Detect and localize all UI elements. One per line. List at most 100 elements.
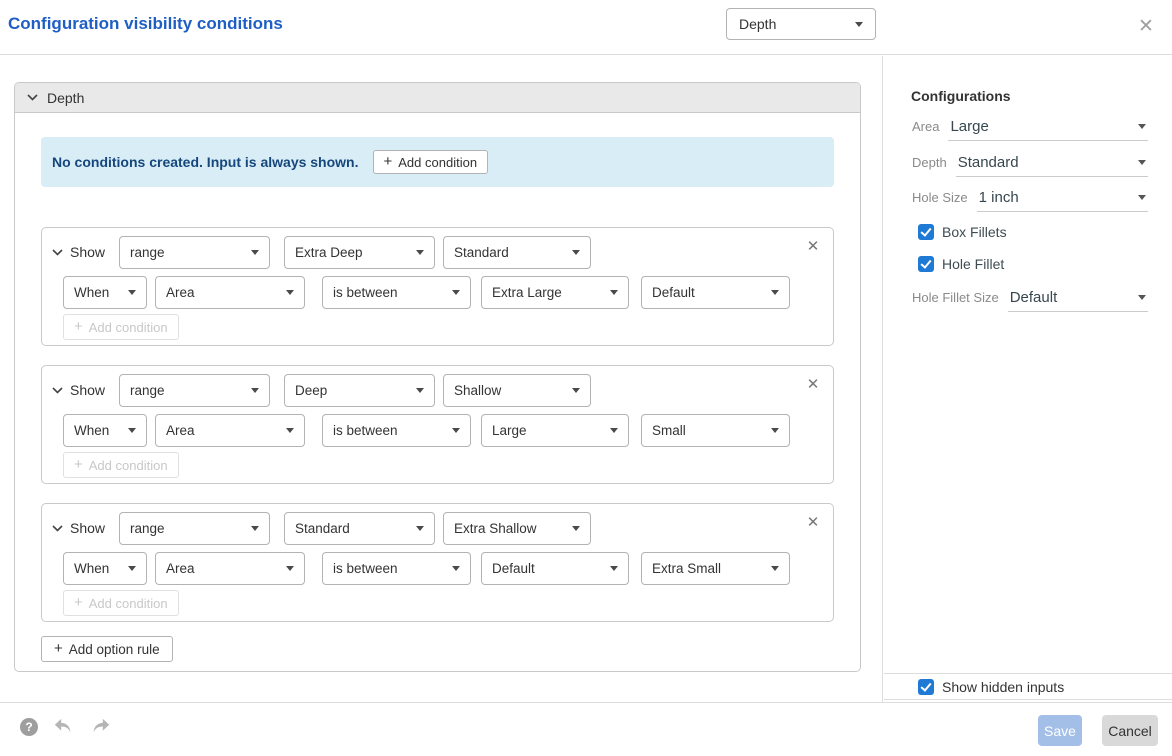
caret-down-icon	[1138, 295, 1146, 300]
range-from-dropdown[interactable]: Deep	[284, 374, 435, 407]
configuration-input-dropdown[interactable]: Depth	[726, 8, 876, 40]
operator-dropdown[interactable]: is between	[322, 552, 471, 585]
config-row-hole-fillet-size: Hole Fillet Size Default	[912, 289, 1148, 313]
range-from-value: Extra Deep	[295, 245, 363, 260]
condition-input-dropdown[interactable]: Area	[155, 552, 305, 585]
caret-down-icon	[128, 290, 136, 295]
add-condition-button-disabled[interactable]: + Add condition	[63, 314, 179, 340]
dialog-footer: ? Save Cancel	[0, 702, 1172, 756]
option-rule-card: Show range Deep Shallow ✕	[41, 365, 834, 484]
caret-down-icon	[572, 526, 580, 531]
rule-type-value: range	[130, 245, 165, 260]
condition-to-value: Extra Small	[652, 561, 721, 576]
when-dropdown[interactable]: When	[63, 276, 147, 309]
depth-section: Depth No conditions created. Input is al…	[14, 82, 861, 672]
rule-type-dropdown[interactable]: range	[119, 236, 270, 269]
operator-dropdown[interactable]: is between	[322, 414, 471, 447]
depth-section-header[interactable]: Depth	[15, 83, 860, 113]
save-button[interactable]: Save	[1038, 715, 1082, 746]
caret-down-icon	[1138, 195, 1146, 200]
chevron-down-icon	[52, 249, 63, 256]
range-to-dropdown[interactable]: Shallow	[443, 374, 591, 407]
when-dropdown[interactable]: When	[63, 414, 147, 447]
close-icon[interactable]: ✕	[803, 237, 823, 255]
add-condition-label: Add condition	[89, 596, 168, 611]
add-condition-button[interactable]: + Add condition	[373, 150, 489, 174]
config-select[interactable]: Default	[1008, 289, 1148, 312]
checkbox-checked[interactable]	[918, 256, 934, 272]
config-label: Depth	[912, 155, 947, 170]
condition-from-dropdown[interactable]: Default	[481, 552, 629, 585]
condition-from-value: Large	[492, 423, 527, 438]
caret-down-icon	[771, 290, 779, 295]
caret-down-icon	[128, 428, 136, 433]
close-icon[interactable]: ✕	[1132, 13, 1160, 41]
rule-type-dropdown[interactable]: range	[119, 512, 270, 545]
config-row-hole-fillet: Hole Fillet	[918, 256, 1004, 272]
undo-icon[interactable]	[52, 717, 74, 737]
dialog-title: Configuration visibility conditions	[8, 14, 283, 34]
config-row-box-fillets: Box Fillets	[918, 224, 1007, 240]
rule-collapse-toggle[interactable]: Show	[52, 382, 105, 398]
plus-icon: +	[54, 641, 63, 656]
caret-down-icon	[572, 388, 580, 393]
rule-show-label: Show	[70, 382, 105, 398]
configurations-sidebar: Configurations Area Large Depth Standard…	[884, 56, 1172, 702]
operator-dropdown[interactable]: is between	[322, 276, 471, 309]
configuration-input-dropdown-value: Depth	[739, 16, 776, 32]
config-value: Large	[950, 118, 988, 135]
condition-to-dropdown[interactable]: Extra Small	[641, 552, 790, 585]
plus-icon: +	[384, 154, 393, 169]
rule-show-label: Show	[70, 244, 105, 260]
when-value: When	[74, 561, 109, 576]
add-condition-button-disabled[interactable]: + Add condition	[63, 452, 179, 478]
rule-show-label: Show	[70, 520, 105, 536]
when-dropdown[interactable]: When	[63, 552, 147, 585]
add-condition-label: Add condition	[89, 458, 168, 473]
config-value: Default	[1010, 289, 1058, 306]
range-from-dropdown[interactable]: Extra Deep	[284, 236, 435, 269]
chevron-down-icon	[52, 387, 63, 394]
range-from-dropdown[interactable]: Standard	[284, 512, 435, 545]
caret-down-icon	[416, 388, 424, 393]
rule-type-dropdown[interactable]: range	[119, 374, 270, 407]
plus-icon: +	[74, 457, 83, 472]
close-icon[interactable]: ✕	[803, 513, 823, 531]
condition-to-dropdown[interactable]: Small	[641, 414, 790, 447]
caret-down-icon	[610, 428, 618, 433]
operator-value: is between	[333, 423, 398, 438]
help-icon[interactable]: ?	[20, 718, 38, 736]
checkbox-label: Hole Fillet	[942, 256, 1004, 272]
config-value: 1 inch	[979, 189, 1019, 206]
caret-down-icon	[1138, 160, 1146, 165]
caret-down-icon	[610, 290, 618, 295]
config-select[interactable]: Standard	[956, 154, 1148, 177]
config-value: Standard	[958, 154, 1019, 171]
caret-down-icon	[452, 428, 460, 433]
condition-from-dropdown[interactable]: Extra Large	[481, 276, 629, 309]
range-to-dropdown[interactable]: Standard	[443, 236, 591, 269]
config-row-depth: Depth Standard	[912, 154, 1148, 178]
add-option-rule-button[interactable]: + Add option rule	[41, 636, 173, 662]
condition-input-dropdown[interactable]: Area	[155, 414, 305, 447]
condition-input-dropdown[interactable]: Area	[155, 276, 305, 309]
checkbox-checked[interactable]	[918, 679, 934, 695]
cancel-button[interactable]: Cancel	[1102, 715, 1158, 746]
range-to-dropdown[interactable]: Extra Shallow	[443, 512, 591, 545]
config-select[interactable]: 1 inch	[977, 189, 1148, 212]
redo-icon[interactable]	[90, 717, 112, 737]
range-to-value: Standard	[454, 245, 509, 260]
chevron-down-icon	[27, 94, 38, 101]
caret-down-icon	[251, 526, 259, 531]
close-icon[interactable]: ✕	[803, 375, 823, 393]
config-label: Area	[912, 119, 939, 134]
rule-collapse-toggle[interactable]: Show	[52, 244, 105, 260]
checkbox-checked[interactable]	[918, 224, 934, 240]
config-select[interactable]: Large	[948, 118, 1148, 141]
condition-to-dropdown[interactable]: Default	[641, 276, 790, 309]
rule-collapse-toggle[interactable]: Show	[52, 520, 105, 536]
condition-from-dropdown[interactable]: Large	[481, 414, 629, 447]
add-condition-button-disabled[interactable]: + Add condition	[63, 590, 179, 616]
show-hidden-inputs-label: Show hidden inputs	[942, 679, 1064, 695]
conditions-panel: Depth No conditions created. Input is al…	[0, 56, 883, 702]
